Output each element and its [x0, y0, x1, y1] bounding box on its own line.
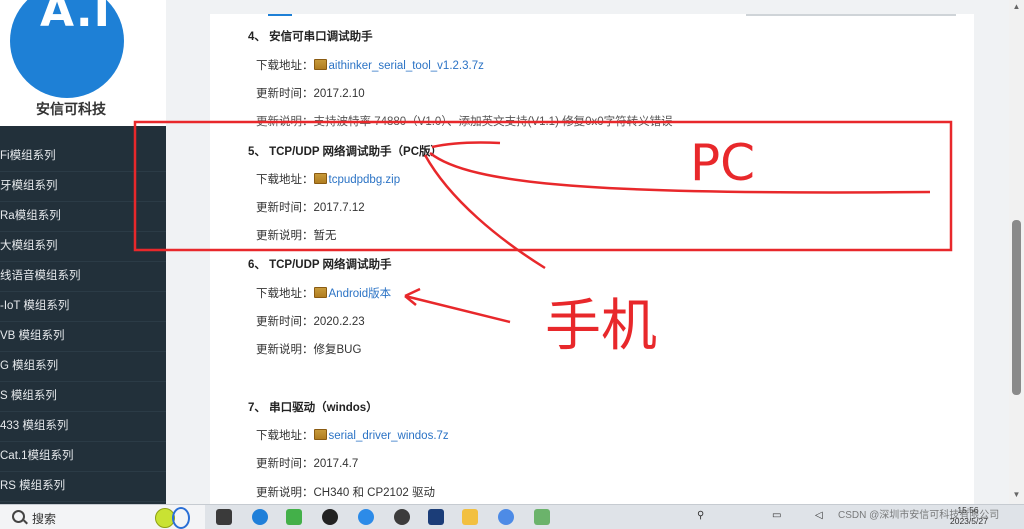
sidebar-item-lora[interactable]: Ra模组系列 [0, 201, 166, 232]
section-title-tcpudp-android: 6、 TCP/UDP 网络调试助手 [248, 259, 392, 271]
zip-icon [313, 173, 327, 184]
scroll-up-arrow-icon[interactable]: ▲ [1012, 2, 1021, 12]
update-time-row: 更新时间：2017.4.7 [256, 455, 358, 471]
main-content: 4、 安信可串口调试助手 下载地址： aithinker_serial_tool_… [166, 0, 1009, 504]
tennis-racket-icon [172, 507, 190, 529]
content-card: 4、 安信可串口调试助手 下载地址： aithinker_serial_tool_… [210, 14, 974, 504]
logo: A.I [10, 0, 124, 98]
sidebar-item-4g[interactable]: G 模组系列 [0, 351, 166, 382]
scroll-thumb[interactable] [1012, 220, 1021, 395]
download-row: 下载地址： aithinker_serial_tool_v1.2.3.7z [256, 57, 484, 73]
download-label: 下载地址： [256, 288, 314, 300]
update-time-row: 更新时间：2017.2.10 [256, 85, 365, 101]
update-desc-row: 更新说明：暂无 [256, 227, 337, 243]
zip-icon [313, 429, 327, 440]
csdn-watermark: CSDN @深圳市安信可科技有限公司 [838, 510, 1000, 521]
notepad-app-icon[interactable] [534, 509, 550, 525]
edge-browser-icon[interactable] [252, 509, 268, 525]
task-view-icon[interactable] [216, 509, 232, 525]
section-title-serial-driver: 7、 串口驱动（windos） [248, 402, 378, 414]
zip-icon [313, 287, 327, 298]
download-link-serial-tool[interactable]: aithinker_serial_tool_v1.2.3.7z [329, 60, 484, 72]
user-tray-icon[interactable]: ⚲ [697, 510, 704, 521]
sidebar-item-radar[interactable]: 大模组系列 [0, 231, 166, 262]
chat-bubble-icon[interactable] [358, 509, 374, 525]
active-tab-indicator [268, 14, 292, 16]
download-link-tcpudp-android[interactable]: Android版本 [329, 288, 392, 300]
update-desc-label: 更新说明： [256, 230, 314, 242]
top-search-edge [746, 14, 956, 16]
update-time-row: 更新时间：2017.7.12 [256, 199, 365, 215]
zip-icon [313, 59, 327, 70]
vertical-scrollbar[interactable]: ▲ ▼ [1009, 0, 1024, 504]
update-time: 2020.2.23 [313, 316, 365, 328]
update-time-row: 更新时间：2020.2.23 [256, 313, 365, 329]
battery-icon[interactable]: ▭ [772, 510, 781, 521]
update-time: 2017.4.7 [313, 458, 359, 470]
section-title-serial-tool: 4、 安信可串口调试助手 [248, 31, 373, 43]
search-icon [12, 510, 25, 523]
download-link-tcpudp-pc[interactable]: tcpudpdbg.zip [329, 174, 401, 186]
logo-text: A.I [40, 0, 111, 37]
brand-name: 安信可科技 [36, 101, 106, 117]
update-desc: 暂无 [313, 230, 337, 242]
update-desc: 修复BUG [313, 344, 362, 356]
sidebar-item-cat1[interactable]: Cat.1模组系列 [0, 441, 166, 472]
download-label: 下载地址： [256, 60, 314, 72]
sidebar-item-uwb[interactable]: VB 模组系列 [0, 321, 166, 352]
update-time-label: 更新时间： [256, 88, 314, 100]
sidebar-nav: Fi模组系列 牙模组系列 Ra模组系列 大模组系列 线语音模组系列 -IoT 模… [0, 126, 166, 504]
sidebar-item-433[interactable]: 433 模组系列 [0, 411, 166, 442]
update-desc-row: 更新说明：支持波特率 74880（V1.0）、添加英文支持(V1.1) 修复0x… [256, 113, 673, 129]
update-time-label: 更新时间： [256, 458, 314, 470]
section-title-tcpudp-pc: 5、 TCP/UDP 网络调试助手（PC版） [248, 146, 443, 158]
sidebar-item-gps[interactable]: S 模组系列 [0, 381, 166, 412]
wechat-icon[interactable] [286, 509, 302, 525]
file-explorer-icon[interactable] [462, 509, 478, 525]
update-desc: CH340 和 CP2102 驱动 [313, 487, 435, 499]
sidebar-item-wifi[interactable]: Fi模组系列 [0, 141, 166, 172]
sidebar: A.I 安信可科技 Fi模组系列 牙模组系列 Ra模组系列 大模组系列 线语音模… [0, 0, 166, 504]
update-desc-row: 更新说明：CH340 和 CP2102 驱动 [256, 484, 435, 500]
update-desc: 支持波特率 74880（V1.0）、添加英文支持(V1.1) 修复0x0字符转义… [313, 116, 673, 128]
cloud-app-icon[interactable] [498, 509, 514, 525]
sidebar-item-bluetooth[interactable]: 牙模组系列 [0, 171, 166, 202]
download-link-serial-driver[interactable]: serial_driver_windos.7z [329, 430, 449, 442]
brand-area[interactable]: A.I 安信可科技 [0, 0, 166, 126]
update-desc-label: 更新说明： [256, 344, 314, 356]
update-time-label: 更新时间： [256, 316, 314, 328]
download-row: 下载地址： serial_driver_windos.7z [256, 427, 449, 443]
update-time: 2017.7.12 [313, 202, 365, 214]
update-desc-row: 更新说明：修复BUG [256, 341, 361, 357]
update-time: 2017.2.10 [313, 88, 365, 100]
scroll-down-arrow-icon[interactable]: ▼ [1012, 490, 1021, 500]
qq-icon[interactable] [322, 509, 338, 525]
download-row: 下载地址： tcpudpdbg.zip [256, 171, 400, 187]
update-desc-label: 更新说明： [256, 116, 314, 128]
shield-app-icon[interactable] [428, 509, 444, 525]
download-label: 下载地址： [256, 174, 314, 186]
sidebar-item-voice[interactable]: 线语音模组系列 [0, 261, 166, 292]
taskbar-search[interactable]: 搜索 [0, 505, 205, 529]
volume-icon[interactable]: ◁ [815, 510, 823, 521]
update-time-label: 更新时间： [256, 202, 314, 214]
update-desc-label: 更新说明： [256, 487, 314, 499]
taskbar-search-label: 搜索 [32, 512, 57, 526]
sidebar-item-nbiot[interactable]: -IoT 模组系列 [0, 291, 166, 322]
download-row: 下载地址： Android版本 [256, 285, 391, 301]
camera-app-icon[interactable] [394, 509, 410, 525]
download-label: 下载地址： [256, 430, 314, 442]
sidebar-item-rs[interactable]: RS 模组系列 [0, 471, 166, 502]
